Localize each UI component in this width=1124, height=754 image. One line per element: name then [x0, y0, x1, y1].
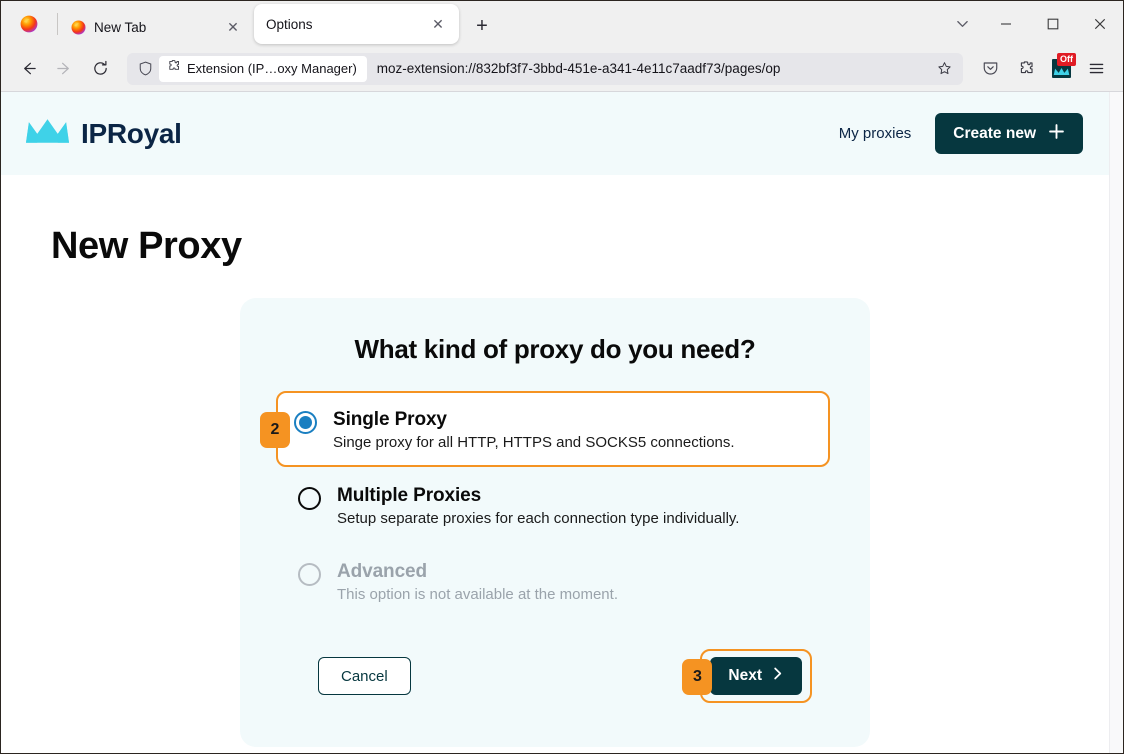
browser-tab-active[interactable]: Options ✕	[254, 4, 459, 44]
option-text: Single Proxy Singe proxy for all HTTP, H…	[333, 409, 735, 451]
identity-label: Extension (IP…oxy Manager)	[187, 61, 357, 76]
toolbar-right: Off	[973, 52, 1113, 85]
next-label: Next	[728, 667, 762, 684]
proxy-option-multiple[interactable]: Multiple Proxies Setup separate proxies …	[280, 477, 830, 535]
card-heading: What kind of proxy do you need?	[354, 334, 756, 364]
logo-text: IPRoyal	[81, 117, 182, 149]
hamburger-menu-icon[interactable]	[1079, 53, 1113, 85]
site-header-actions: My proxies Create new	[839, 113, 1083, 154]
navigation-toolbar: Extension (IP…oxy Manager) moz-extension…	[1, 46, 1123, 92]
create-new-button[interactable]: Create new	[935, 113, 1083, 154]
firefox-logo-icon	[70, 19, 86, 35]
option-description: Singe proxy for all HTTP, HTTPS and SOCK…	[333, 434, 735, 451]
next-button-annotation: 3 Next	[682, 649, 812, 703]
new-proxy-card: What kind of proxy do you need? 2 Single…	[240, 298, 870, 747]
save-to-pocket-icon[interactable]	[973, 53, 1007, 85]
window-controls	[942, 1, 1123, 46]
cancel-button[interactable]: Cancel	[318, 657, 411, 695]
option-text: Advanced This option is not available at…	[337, 561, 618, 603]
extension-options-page: IPRoyal My proxies Create new New Proxy …	[1, 92, 1109, 753]
option-label: Multiple Proxies	[337, 485, 482, 506]
radio-single-proxy[interactable]	[294, 411, 317, 434]
create-new-label: Create new	[953, 124, 1036, 142]
iproyal-extension-icon[interactable]: Off	[1045, 52, 1077, 85]
page-title: New Proxy	[51, 225, 242, 267]
close-icon[interactable]	[1076, 1, 1123, 46]
iproyal-logo[interactable]: IPRoyal	[25, 118, 182, 150]
url-bar[interactable]: Extension (IP…oxy Manager) moz-extension…	[127, 52, 963, 85]
card-actions: Cancel 3 Next	[280, 649, 830, 703]
option-label: Advanced	[337, 561, 428, 582]
close-icon[interactable]: ✕	[222, 16, 244, 38]
tab-title: New Tab	[94, 19, 147, 35]
proxy-option-single[interactable]: 2 Single Proxy Singe proxy for all HTTP,…	[260, 391, 830, 467]
forward-icon[interactable]	[47, 53, 81, 85]
option-description: This option is not available at the mome…	[337, 586, 618, 603]
new-tab-button[interactable]: +	[467, 11, 497, 41]
radio-advanced	[298, 563, 321, 586]
crown-icon	[25, 118, 70, 149]
step-badge-3: 3	[682, 659, 713, 695]
status-badge: Off	[1057, 52, 1076, 66]
browser-tab[interactable]: New Tab ✕	[58, 8, 254, 46]
maximize-icon[interactable]	[1029, 1, 1076, 46]
plus-icon	[1048, 123, 1065, 145]
bookmark-star-icon[interactable]	[931, 56, 957, 82]
option-description: Setup separate proxies for each connecti…	[337, 510, 740, 527]
radio-multiple-proxies[interactable]	[298, 487, 321, 510]
close-icon[interactable]: ✕	[427, 13, 449, 35]
site-header: IPRoyal My proxies Create new	[1, 92, 1109, 175]
step-badge-2: 2	[260, 412, 290, 448]
option-label: Single Proxy	[333, 409, 447, 430]
minimize-icon[interactable]	[982, 1, 1029, 46]
next-button[interactable]: Next	[710, 657, 802, 695]
proxy-option-advanced: Advanced This option is not available at…	[280, 553, 830, 611]
option-text: Multiple Proxies Setup separate proxies …	[337, 485, 739, 527]
shield-icon[interactable]	[135, 59, 155, 79]
page-viewport: IPRoyal My proxies Create new New Proxy …	[1, 92, 1123, 753]
list-all-tabs-icon[interactable]	[942, 1, 982, 46]
reload-icon[interactable]	[83, 53, 117, 85]
extensions-puzzle-icon[interactable]	[1009, 53, 1043, 85]
tab-title: Options	[266, 16, 313, 32]
vertical-scrollbar[interactable]	[1109, 92, 1123, 753]
back-icon[interactable]	[11, 53, 45, 85]
identity-box[interactable]: Extension (IP…oxy Manager)	[159, 55, 367, 82]
extensions-puzzle-icon	[167, 59, 181, 78]
tab-strip: New Tab ✕ Options ✕ +	[1, 1, 1123, 46]
browser-window: New Tab ✕ Options ✕ + Extension (IP…oxy …	[0, 0, 1124, 754]
my-proxies-link[interactable]: My proxies	[839, 125, 912, 142]
firefox-logo-icon[interactable]	[1, 2, 57, 46]
chevron-right-icon	[771, 667, 784, 685]
url-text[interactable]: moz-extension://832bf3f7-3bbd-451e-a341-…	[371, 61, 927, 76]
